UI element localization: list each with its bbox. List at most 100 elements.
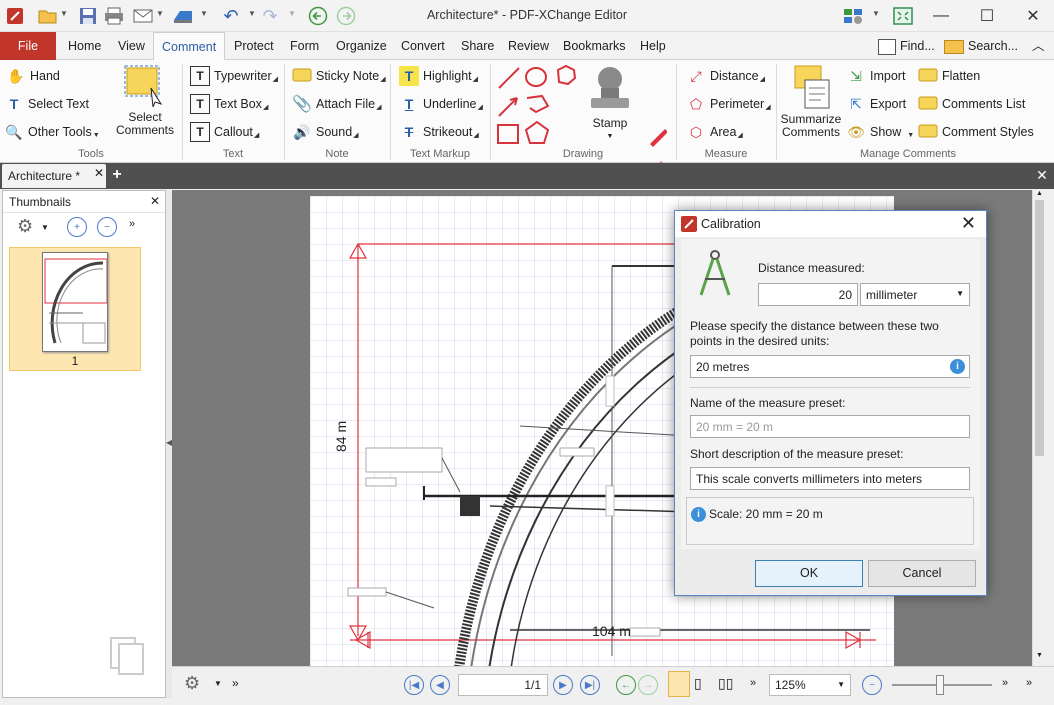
chevron-down-icon: ◢ — [472, 76, 479, 83]
group-label-measure: Measure — [704, 148, 748, 160]
more-views-icon[interactable]: » — [750, 677, 756, 689]
distance-button[interactable]: ⤢ Distance ◢ — [686, 65, 765, 87]
preset-description-field[interactable]: This scale converts millimeters into met… — [690, 467, 970, 490]
document-tab[interactable]: Architecture * ✕ — [2, 164, 106, 188]
chevron-down-icon[interactable]: ▼ — [872, 9, 880, 18]
ok-button[interactable]: OK — [755, 560, 863, 587]
menu-review[interactable]: Review — [500, 32, 557, 60]
strikeout-button[interactable]: T Strikeout ◢ — [399, 121, 479, 143]
zoom-slider-handle[interactable] — [936, 675, 944, 695]
page-number-input[interactable]: 1/1 — [458, 674, 548, 696]
zoom-out-icon[interactable]: − — [97, 217, 117, 237]
typewriter-icon: T — [190, 66, 210, 86]
menu-bookmarks[interactable]: Bookmarks — [555, 32, 634, 60]
stamp-button[interactable]: Stamp ▼ — [584, 64, 636, 143]
summarize-comments-button[interactable]: Summarize Comments — [778, 64, 844, 139]
fullscreen-icon[interactable] — [893, 6, 913, 26]
close-icon[interactable]: ✕ — [961, 213, 976, 234]
attach-file-button[interactable]: 📎 Attach File ◢ — [292, 93, 381, 115]
sound-button[interactable]: 🔊 Sound ◢ — [292, 121, 358, 143]
thumbnail-page-number: 1 — [71, 354, 79, 368]
select-comments-button[interactable]: Select Comments — [112, 64, 178, 137]
vertical-dimension-label: 84 m — [333, 421, 349, 452]
other-tools-button[interactable]: 🔍 Other Tools ▼ — [4, 121, 100, 143]
menu-file[interactable]: File — [0, 32, 56, 60]
hand-tool-button[interactable]: ✋ Hand — [6, 65, 60, 87]
menu-home[interactable]: Home — [60, 32, 109, 60]
import-button[interactable]: ⇲ Import — [846, 65, 905, 87]
highlight-button[interactable]: T Highlight ◢ — [399, 65, 478, 87]
vertical-scrollbar[interactable]: ▲ ▼ — [1032, 190, 1046, 666]
unit-select[interactable]: millimeter ▼ — [860, 283, 970, 306]
area-button[interactable]: ⬡ Area ◢ — [686, 121, 743, 143]
export-button[interactable]: ⇱ Export — [846, 93, 906, 115]
scroll-down-icon[interactable]: ▼ — [1036, 652, 1043, 659]
chevron-down-icon[interactable]: ▼ — [214, 679, 222, 688]
close-icon[interactable]: ✕ — [94, 166, 104, 180]
search-button[interactable]: Search... — [944, 32, 1018, 60]
gear-icon[interactable]: ⚙ — [184, 673, 200, 694]
info-icon: i — [691, 507, 706, 522]
zoom-out-icon[interactable]: − — [862, 675, 882, 695]
last-page-icon[interactable]: ▶| — [580, 675, 600, 695]
chevron-down-icon: ▼ — [92, 132, 100, 139]
continuous-view-icon[interactable]: ▯ — [694, 675, 702, 692]
close-icon[interactable]: ✕ — [1034, 167, 1050, 185]
close-icon[interactable]: ✕ — [150, 194, 160, 208]
callout-button[interactable]: T Callout ◢ — [190, 121, 259, 143]
comments-list-button[interactable]: Comments List — [918, 93, 1025, 115]
horizontal-dimension-label: 104 m — [592, 623, 631, 639]
collapse-ribbon-icon[interactable]: ︿ — [1024, 32, 1053, 60]
menu-convert[interactable]: Convert — [393, 32, 453, 60]
sticky-note-button[interactable]: Sticky Note ◢ — [292, 65, 386, 87]
scroll-up-icon[interactable]: ▲ — [1036, 190, 1043, 197]
preset-name-field[interactable]: 20 mm = 20 m — [690, 415, 970, 438]
underline-button[interactable]: T Underline ◢ — [399, 93, 483, 115]
gear-icon[interactable]: ⚙ — [17, 216, 33, 237]
close-icon[interactable]: ✕ — [1010, 0, 1054, 32]
scrollbar-thumb[interactable] — [1035, 200, 1044, 456]
find-button[interactable]: Find... — [878, 32, 935, 60]
chevron-down-icon[interactable]: ▼ — [41, 223, 49, 232]
info-icon[interactable]: i — [950, 359, 965, 374]
maximize-icon[interactable]: ☐ — [964, 0, 1010, 32]
next-page-icon[interactable]: ▶ — [553, 675, 573, 695]
menu-view[interactable]: View — [110, 32, 153, 60]
chevron-down-icon: ▼ — [956, 289, 964, 298]
select-text-button[interactable]: T Select Text — [4, 93, 89, 115]
facing-pages-icon[interactable]: ▯▯ — [718, 675, 733, 692]
distance-units-field[interactable]: 20 metres i — [690, 355, 970, 378]
menu-comment[interactable]: Comment — [153, 32, 226, 61]
menu-help[interactable]: Help — [632, 32, 674, 60]
menu-form[interactable]: Form — [282, 32, 327, 60]
zoom-in-icon[interactable]: + — [67, 217, 87, 237]
cancel-button[interactable]: Cancel — [868, 560, 976, 587]
minimize-icon[interactable]: — — [918, 0, 964, 32]
more-options-icon[interactable]: » — [1002, 677, 1008, 689]
menu-protect[interactable]: Protect — [226, 32, 282, 60]
back-icon[interactable]: ← — [616, 675, 636, 695]
text-box-button[interactable]: T Text Box ◢ — [190, 93, 268, 115]
previous-page-icon[interactable]: ◀ — [430, 675, 450, 695]
flatten-button[interactable]: Flatten — [918, 65, 980, 87]
perimeter-button[interactable]: ⬠ Perimeter ◢ — [686, 93, 771, 115]
arrow-icon — [498, 97, 518, 117]
single-page-view-icon[interactable] — [668, 671, 690, 697]
more-options-icon[interactable]: » — [129, 218, 135, 230]
first-page-icon[interactable]: |◀ — [404, 675, 424, 695]
menu-organize[interactable]: Organize — [328, 32, 395, 60]
perimeter-label: Perimeter — [710, 97, 765, 111]
more-options-icon[interactable]: » — [1026, 677, 1032, 689]
menu-share[interactable]: Share — [453, 32, 502, 60]
new-tab-icon[interactable]: + — [108, 167, 126, 185]
show-button[interactable]: 👁 Show ▼ — [846, 121, 914, 143]
distance-value-field[interactable]: 20 — [758, 283, 858, 306]
thumbnail-item[interactable]: 1 — [9, 247, 141, 371]
zoom-level-select[interactable]: 125% ▼ — [769, 674, 851, 696]
forward-icon[interactable]: → — [638, 675, 658, 695]
pencil-icon[interactable] — [647, 126, 667, 147]
comment-styles-button[interactable]: Comment Styles — [918, 121, 1034, 143]
more-options-icon[interactable]: » — [232, 676, 239, 690]
ui-options-icon[interactable] — [843, 6, 863, 26]
typewriter-button[interactable]: T Typewriter ◢ — [190, 65, 278, 87]
